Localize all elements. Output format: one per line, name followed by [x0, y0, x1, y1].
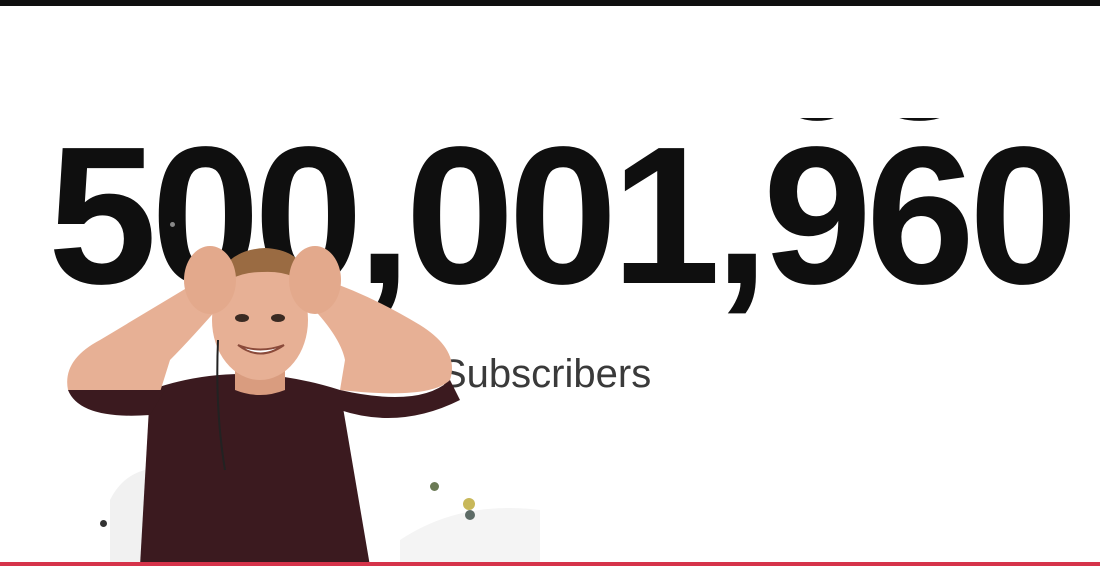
confetti-dot — [100, 520, 107, 527]
video-frame: 500,001, 0 9 5 6 0 Subscribers — [0, 0, 1100, 566]
confetti-dot — [170, 222, 175, 227]
rolling-digit-ghost: 5 — [866, 118, 969, 150]
confetti-dot — [465, 510, 475, 520]
counter-suffix: 0 — [968, 106, 1078, 325]
rolling-digit-ghost: 0 — [763, 118, 866, 150]
confetti-dot — [463, 498, 475, 510]
person-cheering-icon — [67, 246, 540, 566]
progress-bar — [0, 562, 1100, 566]
rolling-digit-hundreds: 0 9 — [763, 118, 866, 314]
confetti-dot — [430, 482, 439, 491]
rolling-digit-tens: 5 6 — [866, 118, 969, 314]
top-bar — [0, 0, 1100, 6]
